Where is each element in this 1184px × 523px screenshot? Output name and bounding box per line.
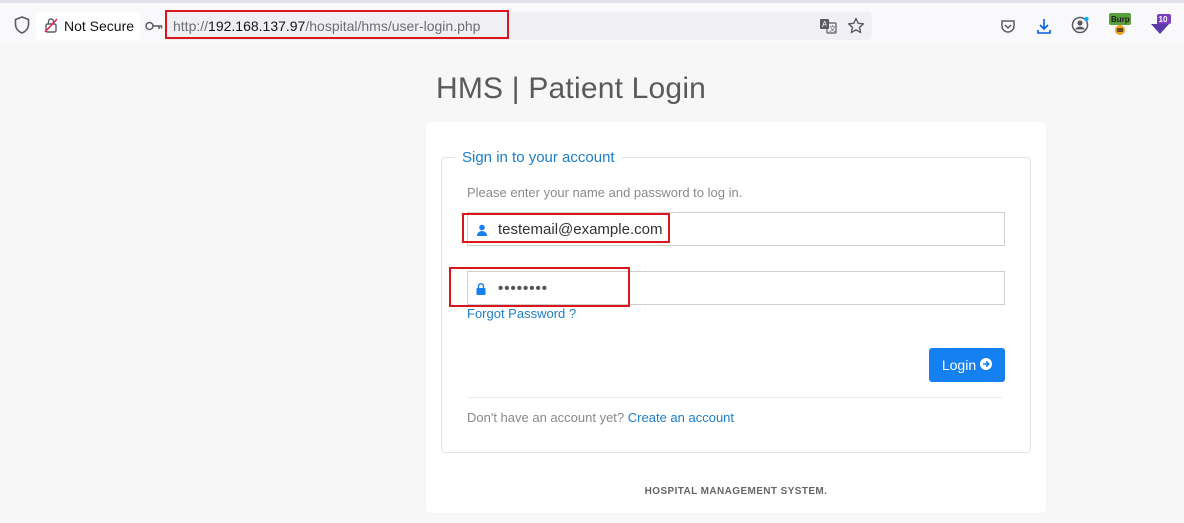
account-icon[interactable] <box>1070 15 1090 35</box>
forgot-password-link[interactable]: Forgot Password ? <box>467 306 576 321</box>
url-text[interactable]: http://192.168.137.97/hospital/hms/user-… <box>173 18 480 34</box>
divider <box>467 397 1002 398</box>
extension-notification-icon[interactable]: 10 <box>1146 11 1174 39</box>
address-bar[interactable]: http://192.168.137.97/hospital/hms/user-… <box>165 12 872 40</box>
site-security-button[interactable]: Not Secure <box>36 12 140 40</box>
svg-text:文: 文 <box>829 24 836 33</box>
burp-extension-icon[interactable]: Burp <box>1108 12 1132 36</box>
user-icon <box>476 223 488 241</box>
login-fieldset <box>441 157 1031 453</box>
key-icon[interactable] <box>144 17 164 35</box>
signup-prompt: Don't have an account yet? <box>467 410 625 425</box>
password-value: •••••••• <box>498 280 549 297</box>
page-title: HMS | Patient Login <box>436 72 707 105</box>
pocket-icon[interactable] <box>998 16 1018 36</box>
url-path: /hospital/hms/user-login.php <box>305 18 481 34</box>
email-value: testemail@example.com <box>498 221 663 238</box>
lock-icon <box>476 282 486 300</box>
email-input[interactable]: testemail@example.com <box>467 212 1005 246</box>
fieldset-legend: Sign in to your account <box>455 149 622 166</box>
password-input[interactable]: •••••••• <box>467 271 1005 305</box>
login-button-label: Login <box>941 357 977 373</box>
translate-icon[interactable]: A文 <box>819 17 837 35</box>
browser-toolbar: Not Secure http://192.168.137.97/hospita… <box>0 0 1184 44</box>
create-account-link[interactable]: Create an account <box>628 410 734 425</box>
arrow-circle-right-icon <box>980 357 993 373</box>
login-button[interactable]: Login <box>929 348 1005 382</box>
insecure-lock-icon <box>36 17 64 36</box>
security-label: Not Secure <box>64 18 135 34</box>
help-text: Please enter your name and password to l… <box>467 185 743 200</box>
star-icon[interactable] <box>847 17 865 35</box>
download-icon[interactable] <box>1034 16 1054 36</box>
url-prefix: http:// <box>173 18 209 34</box>
burp-badge-text: Burp <box>1111 15 1130 24</box>
url-host: 192.168.137.97 <box>208 18 306 34</box>
signup-row: Don't have an account yet? Create an acc… <box>467 410 734 425</box>
notification-count: 10 <box>1159 15 1168 24</box>
footer-text: HOSPITAL MANAGEMENT SYSTEM. <box>644 486 828 497</box>
shield-icon[interactable] <box>12 15 32 35</box>
